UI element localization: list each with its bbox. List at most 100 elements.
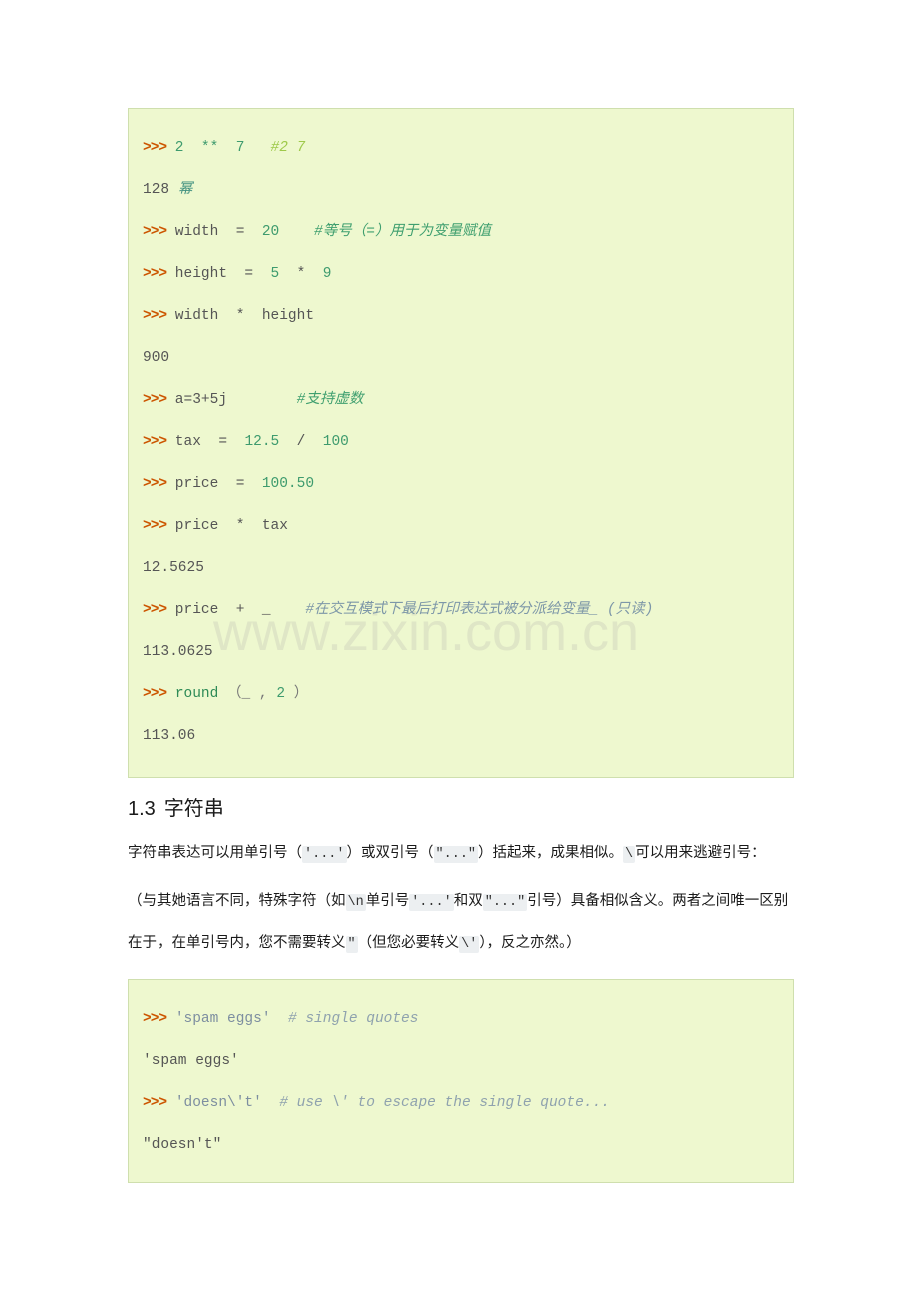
inline-code-single-quotes: '...': [302, 846, 347, 863]
code-segment: "doesn't": [143, 1137, 222, 1153]
code-segment: round: [174, 686, 219, 702]
code-segment: 'spam eggs': [174, 1011, 271, 1027]
prompt-marker: >>>: [143, 686, 167, 702]
code-block-strings: >>> 'spam eggs' # single quotes'spam egg…: [128, 979, 794, 1183]
code-line: >>> price = 100.50: [143, 463, 779, 505]
code-segment: #在交互模式下最后打印表达式被分派给变量_ (只读): [305, 602, 654, 618]
code-line: 12.5625: [143, 547, 779, 589]
code-segment: 128: [143, 182, 178, 198]
prompt-marker: >>>: [143, 1011, 167, 1027]
prompt-marker: >>>: [143, 266, 167, 282]
code-segment: width =: [166, 224, 262, 240]
page-heading: 1.3 字符串: [128, 795, 794, 823]
inline-code-double-quotes: "...": [433, 846, 479, 863]
code-segment: （_ ,: [218, 686, 277, 702]
code-line: >>> price + _ #在交互模式下最后打印表达式被分派给变量_ (只读): [143, 589, 779, 631]
code-segment: 100.50: [261, 476, 315, 492]
inline-code-newline: \n: [345, 894, 366, 911]
code-segment: a=3+5j: [166, 392, 228, 408]
code-segment: 900: [143, 350, 170, 366]
code-segment: ）: [285, 686, 309, 702]
code-segment: # use \' to escape the single quote...: [279, 1095, 610, 1111]
code-line: >>> price * tax: [143, 505, 779, 547]
code-segment: price + _: [166, 602, 280, 618]
document-page: www.zixin.com.cn >>> 2 ** 7 #2 7 128 幂 >>>…: [0, 0, 920, 1302]
para2-part2: 单引号: [365, 893, 410, 909]
code-segment: 12.5625: [143, 560, 204, 576]
code-segment: *: [279, 266, 323, 282]
document-content: www.zixin.com.cn >>> 2 ** 7 #2 7 128 幂 >>>…: [128, 108, 794, 1183]
code-line: 'spam eggs': [143, 1040, 779, 1082]
code-line: >>> width * height: [143, 295, 779, 337]
code-line: >>> 'doesn\'t' # use \' to escape the si…: [143, 1082, 779, 1124]
code-line: 128 幂: [143, 169, 779, 211]
prompt-marker: >>>: [143, 224, 167, 240]
inline-code-backslash: \: [623, 846, 636, 863]
prompt-marker: >>>: [143, 1095, 167, 1111]
code-segment: 5: [270, 266, 280, 282]
prompt-marker: >>>: [143, 518, 167, 534]
para1-part3: ）括起来，成果相似。: [478, 845, 624, 861]
code-segment: 113.06: [143, 728, 196, 744]
para2-part3: 和双: [453, 893, 483, 909]
code-segment: #2 7: [270, 140, 306, 156]
paragraph-strings-intro: 字符串表达可以用单引号（ '...' ）或双引号（ "..." ）括起来，成果相似。 \ 可…: [128, 833, 794, 875]
inline-code-single-quotes-2: '...': [409, 894, 454, 911]
prompt-marker: >>>: [143, 434, 167, 450]
para1-part4: 可以用来逃避引号：: [635, 845, 766, 861]
code-line: 113.0625: [143, 631, 779, 673]
code-segment: /: [279, 434, 323, 450]
paragraph-escape-note: （与其她语言不同，特殊字符（如 \n 单引号 '...' 和双 "..." 引号）具备相似含…: [128, 881, 794, 965]
code-line: >>> a=3+5j #支持虚数: [143, 379, 779, 421]
code-segment: 2 **: [166, 140, 228, 156]
code-segment: 9: [322, 266, 332, 282]
code-lines-arithmetic: >>> 2 ** 7 #2 7 128 幂 >>> width = 20 #等号（=…: [143, 127, 779, 757]
code-segment: 幂: [177, 182, 193, 198]
heading-number: 1.3: [128, 798, 156, 820]
code-lines-strings: >>> 'spam eggs' # single quotes'spam egg…: [143, 998, 779, 1166]
prompt-marker: >>>: [143, 140, 167, 156]
prompt-marker: >>>: [143, 308, 167, 324]
prompt-marker: >>>: [143, 476, 167, 492]
code-segment: 'doesn\'t': [174, 1095, 262, 1111]
para2-part5: （但您必要转义: [357, 935, 460, 951]
code-segment: tax =: [166, 434, 245, 450]
code-line: 900: [143, 337, 779, 379]
code-segment: 'spam eggs': [143, 1053, 239, 1069]
para2-part1: （与其她语言不同，特殊字符（如: [128, 893, 346, 909]
para1-part2: ）或双引号（: [346, 845, 434, 861]
inline-code-dquote: ": [345, 936, 358, 953]
code-segment: #支持虚数: [296, 392, 364, 408]
code-line: 113.06: [143, 715, 779, 757]
prompt-marker: >>>: [143, 602, 167, 618]
inline-code-double-quotes-2: "...": [482, 894, 528, 911]
code-segment: 113.0625: [143, 644, 213, 660]
code-segment: 12.5: [244, 434, 280, 450]
code-segment: 20: [261, 224, 280, 240]
code-line: >>> height = 5 * 9: [143, 253, 779, 295]
code-segment: price * tax: [166, 518, 288, 534]
code-segment: 100: [322, 434, 349, 450]
heading-title: 字符串: [163, 798, 224, 820]
para2-part6: ），反之亦然。）: [479, 935, 581, 951]
code-segment: width * height: [166, 308, 315, 324]
code-segment: height =: [166, 266, 271, 282]
code-line: "doesn't": [143, 1124, 779, 1166]
code-line: >>> round （_ , 2 ）: [143, 673, 779, 715]
para1-part1: 字符串表达可以用单引号（: [128, 845, 302, 861]
prompt-marker: >>>: [143, 392, 167, 408]
code-segment: price =: [166, 476, 262, 492]
inline-code-escaped-quote: \': [459, 936, 480, 953]
code-line: >>> 2 ** 7 #2 7: [143, 127, 779, 169]
code-segment: #等号（=）用于为变量赋值: [314, 224, 491, 240]
